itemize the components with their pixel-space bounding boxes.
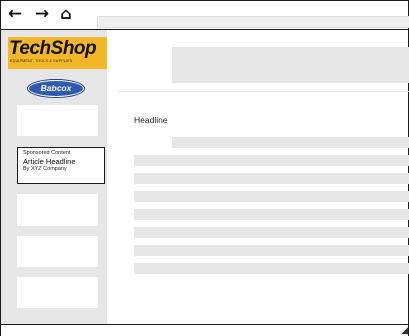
resize-grip-icon[interactable]: ◢	[398, 326, 408, 335]
text-placeholder-line	[134, 227, 409, 238]
home-icon[interactable]: ⌂	[56, 3, 76, 25]
address-bar[interactable]	[97, 16, 409, 28]
text-placeholder-line	[134, 245, 409, 256]
partner-logo-text: Babcox	[40, 83, 72, 93]
text-placeholder-line	[134, 263, 409, 274]
ad-placeholder-1[interactable]	[17, 105, 98, 136]
sponsored-byline: By XYZ Company	[23, 166, 67, 172]
ad-placeholder-4[interactable]	[17, 277, 98, 308]
text-placeholder-line	[172, 137, 409, 148]
ad-placeholder-3[interactable]	[17, 236, 98, 267]
status-bar	[1, 324, 408, 336]
left-arrow-icon[interactable]: ←	[5, 3, 25, 25]
text-placeholder-line	[134, 173, 409, 184]
sponsored-headline: Article Headline	[23, 157, 76, 166]
partner-logo-badge[interactable]: Babcox	[28, 80, 84, 97]
ad-placeholder-2[interactable]	[17, 194, 98, 226]
text-placeholder-line	[134, 209, 409, 220]
text-placeholder-line	[134, 155, 409, 166]
text-placeholder-line	[134, 191, 409, 202]
sponsored-label: Sponsored Content	[23, 150, 71, 156]
banner-ad-placeholder[interactable]	[172, 47, 409, 83]
site-logo-wordmark[interactable]: TechShop	[9, 39, 107, 59]
site-logo-tagline: Equipment, Tools & Supplies	[10, 59, 73, 63]
sponsored-content-card[interactable]: Sponsored Content Article Headline By XY…	[17, 147, 105, 184]
content-divider	[117, 91, 409, 92]
article-headline: Headline	[134, 115, 168, 125]
right-arrow-icon[interactable]: →	[32, 3, 52, 25]
browser-toolbar: ← → ⌂	[1, 1, 409, 30]
